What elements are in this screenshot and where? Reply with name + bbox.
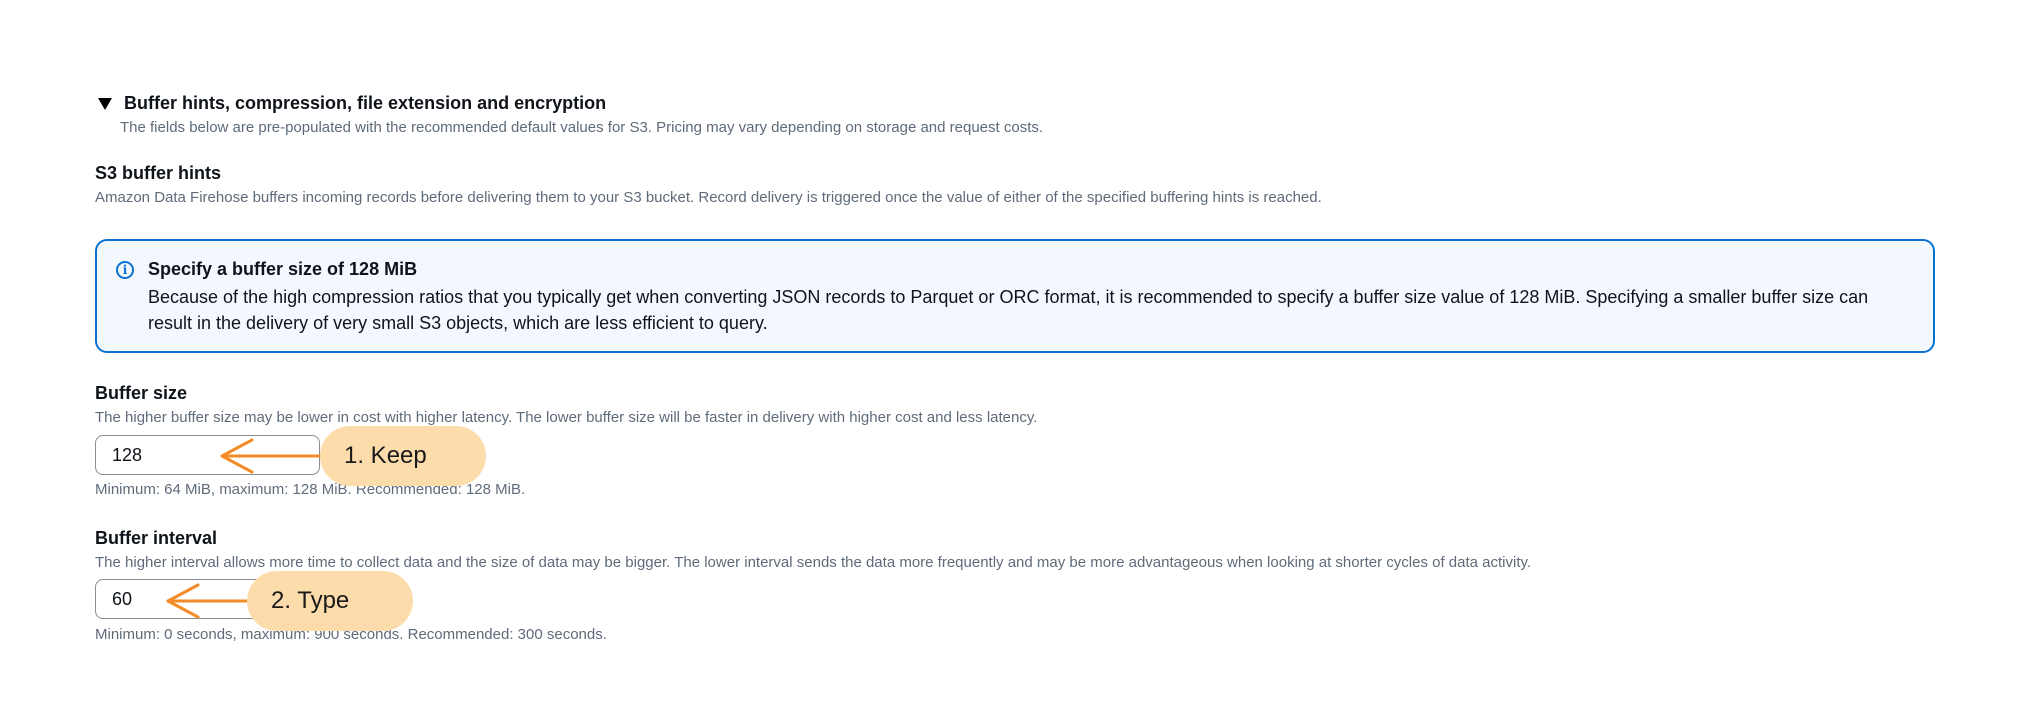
arrow-step1-icon [220, 438, 324, 474]
annotation-step2: 2. Type [247, 571, 413, 631]
arrow-step2-icon [166, 583, 252, 619]
annotation-step1: 1. Keep [320, 426, 486, 486]
